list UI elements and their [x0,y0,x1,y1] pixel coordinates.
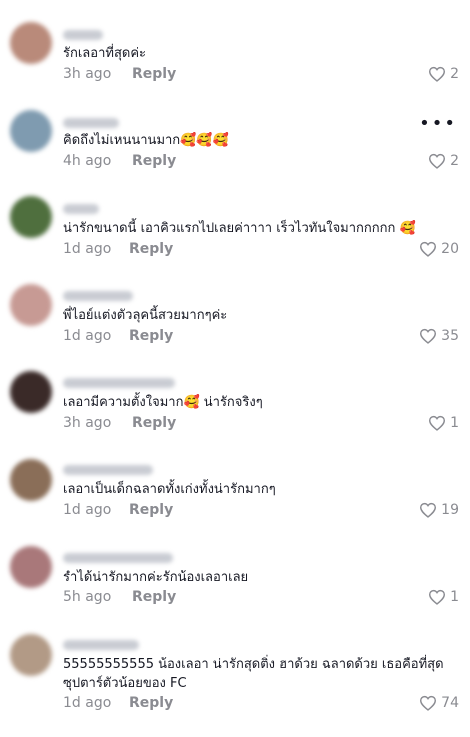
username-blurred[interactable] [63,553,173,563]
like-button[interactable]: 20 [419,241,459,257]
heart-outline-icon [428,415,446,431]
avatar[interactable] [10,196,52,238]
heart-outline-icon [419,695,437,711]
comment-time: 3h ago [63,66,112,82]
comment-time: 1d ago [63,695,112,711]
comment-time: 5h ago [63,589,112,605]
comment-time: 3h ago [63,415,112,431]
like-count: 1 [450,589,459,605]
username-blurred[interactable] [63,204,99,214]
avatar[interactable] [10,634,52,676]
like-count: 35 [441,328,459,344]
like-count: 74 [441,695,459,711]
like-count: 2 [450,66,459,82]
like-button[interactable]: 1 [428,589,459,605]
like-button[interactable]: 2 [428,153,459,169]
avatar[interactable] [10,110,52,152]
comment-time: 1d ago [63,241,112,257]
avatar[interactable] [10,284,52,326]
like-count: 19 [441,502,459,518]
heart-outline-icon [419,241,437,257]
comment-text: พี่ไอย์แต่งตัวลุคนี้สวยมากๆค่ะ [63,308,228,323]
reply-button[interactable]: Reply [132,153,176,169]
comment-time: 4h ago [63,153,112,169]
comment-text: รักเลอาที่สุดค่ะ [63,46,146,61]
comment-text: 55555555555 น้องเลอา น่ารักสุดติ่ง ฮาด้ว… [63,657,448,691]
reply-button[interactable]: Reply [129,328,173,344]
like-button[interactable]: 19 [419,502,459,518]
comment-time: 1d ago [63,328,112,344]
username-blurred[interactable] [63,30,103,40]
like-count: 1 [450,415,459,431]
reply-button[interactable]: Reply [129,695,173,711]
reply-button[interactable]: Reply [132,589,176,605]
like-button[interactable]: 35 [419,328,459,344]
like-button[interactable]: 1 [428,415,459,431]
heart-outline-icon [419,502,437,518]
heart-outline-icon [428,153,446,169]
comment-time: 1d ago [63,502,112,518]
comment-text: คิดถึงไม่เหนนานมาก🥰🥰🥰 [63,133,229,148]
reply-button[interactable]: Reply [132,66,176,82]
comment-text: เลอามีความตั้งใจมาก🥰 น่ารักจริงๆ [63,395,263,410]
like-count: 20 [441,241,459,257]
heart-outline-icon [428,589,446,605]
avatar[interactable] [10,459,52,501]
more-horizontal-icon[interactable]: ••• [419,115,457,133]
comment-text: รำได้น่ารักมากค่ะรักน้องเลอาเลย [63,570,249,585]
username-blurred[interactable] [63,465,153,475]
username-blurred[interactable] [63,378,175,388]
reply-button[interactable]: Reply [132,415,176,431]
like-button[interactable]: 2 [428,66,459,82]
avatar[interactable] [10,22,52,64]
reply-button[interactable]: Reply [129,241,173,257]
heart-outline-icon [428,66,446,82]
comment-text: น่ารักขนาดนี้ เอาคิวแรกไปเลยค่าาาา เร็วไ… [63,221,416,236]
avatar[interactable] [10,371,52,413]
comment-text: เลอาเป็นเด็กฉลาดทั้งเก่งทั้งน่ารักมากๆ [63,482,276,497]
username-blurred[interactable] [63,291,133,301]
like-count: 2 [450,153,459,169]
avatar[interactable] [10,546,52,588]
reply-button[interactable]: Reply [129,502,173,518]
heart-outline-icon [419,328,437,344]
like-button[interactable]: 74 [419,695,459,711]
username-blurred[interactable] [63,118,119,128]
username-blurred[interactable] [63,640,139,650]
